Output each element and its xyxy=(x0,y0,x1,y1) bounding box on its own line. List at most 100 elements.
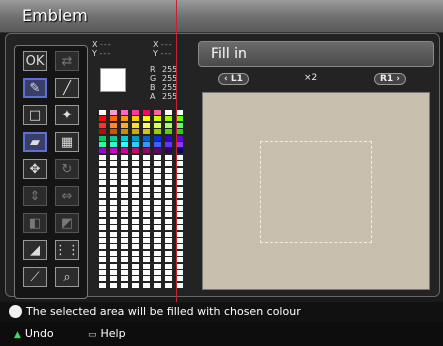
r1-button[interactable]: R1 › xyxy=(373,73,406,85)
palette-color-cell[interactable] xyxy=(121,250,128,256)
palette-color-cell[interactable] xyxy=(110,142,117,147)
palette-color-cell[interactable] xyxy=(110,212,117,218)
copy-tool[interactable]: ◧ xyxy=(23,213,47,233)
palette-color-cell[interactable] xyxy=(143,199,150,205)
palette-color-cell[interactable] xyxy=(132,206,139,211)
palette-color-cell[interactable] xyxy=(143,122,150,128)
ok-tool[interactable]: OK xyxy=(23,51,47,71)
palette-color-cell[interactable] xyxy=(154,276,161,282)
palette-color-cell[interactable] xyxy=(121,193,128,199)
palette-color-cell[interactable] xyxy=(154,250,161,256)
palette-color-cell[interactable] xyxy=(121,129,128,135)
palette-color-cell[interactable] xyxy=(110,199,117,205)
palette-color-cell[interactable] xyxy=(176,161,183,167)
palette-color-cell[interactable] xyxy=(154,244,161,250)
palette-color-cell[interactable] xyxy=(165,206,172,211)
palette-color-cell[interactable] xyxy=(121,263,128,269)
palette-color-cell[interactable] xyxy=(99,122,106,128)
palette-color-cell[interactable] xyxy=(110,193,117,199)
palette-color-cell[interactable] xyxy=(132,263,139,269)
palette-color-cell[interactable] xyxy=(132,129,139,135)
palette-color-cell[interactable] xyxy=(110,122,117,128)
palette-color-cell[interactable] xyxy=(132,110,139,115)
palette-color-cell[interactable] xyxy=(121,116,128,122)
swap-tool[interactable]: ⇄ xyxy=(55,51,79,71)
palette-color-cell[interactable] xyxy=(154,231,161,237)
palette-color-cell[interactable] xyxy=(165,282,172,288)
palette-color-cell[interactable] xyxy=(99,270,106,275)
palette-color-cell[interactable] xyxy=(132,244,139,250)
palette-color-cell[interactable] xyxy=(121,135,128,141)
palette-color-cell[interactable] xyxy=(132,161,139,167)
undo-button[interactable]: ▲ Undo xyxy=(14,327,54,340)
palette-color-cell[interactable] xyxy=(143,257,150,263)
palette-color-cell[interactable] xyxy=(165,135,172,141)
palette-color-cell[interactable] xyxy=(176,129,183,135)
palette-color-cell[interactable] xyxy=(176,270,183,275)
palette-color-cell[interactable] xyxy=(132,257,139,263)
palette-color-cell[interactable] xyxy=(176,238,183,243)
palette-color-cell[interactable] xyxy=(165,129,172,135)
palette-color-cell[interactable] xyxy=(143,270,150,275)
palette-color-cell[interactable] xyxy=(154,218,161,224)
palette-color-cell[interactable] xyxy=(176,122,183,128)
palette-color-cell[interactable] xyxy=(99,174,106,179)
palette-color-cell[interactable] xyxy=(154,154,161,160)
palette-color-cell[interactable] xyxy=(154,225,161,231)
palette-color-cell[interactable] xyxy=(143,225,150,231)
palette-color-cell[interactable] xyxy=(176,142,183,147)
palette-color-cell[interactable] xyxy=(143,250,150,256)
palette-color-cell[interactable] xyxy=(99,250,106,256)
palette-color-cell[interactable] xyxy=(154,142,161,147)
palette-color-cell[interactable] xyxy=(165,257,172,263)
palette-color-cell[interactable] xyxy=(121,122,128,128)
paste-tool[interactable]: ◩ xyxy=(55,213,79,233)
eraser-tool[interactable]: ✎ xyxy=(23,78,47,98)
palette-color-cell[interactable] xyxy=(176,154,183,160)
palette-color-cell[interactable] xyxy=(110,282,117,288)
palette-color-cell[interactable] xyxy=(143,110,150,115)
palette-color-cell[interactable] xyxy=(99,212,106,218)
palette-color-cell[interactable] xyxy=(132,270,139,275)
palette-color-cell[interactable] xyxy=(176,193,183,199)
palette-color-cell[interactable] xyxy=(165,276,172,282)
palette-color-cell[interactable] xyxy=(132,231,139,237)
palette-color-cell[interactable] xyxy=(176,186,183,192)
palette-color-cell[interactable] xyxy=(165,110,172,115)
palette-color-cell[interactable] xyxy=(99,180,106,186)
palette-color-cell[interactable] xyxy=(165,180,172,186)
palette-color-cell[interactable] xyxy=(176,218,183,224)
palette-color-cell[interactable] xyxy=(99,116,106,122)
palette-color-cell[interactable] xyxy=(121,231,128,237)
palette-color-cell[interactable] xyxy=(143,148,150,154)
palette-color-cell[interactable] xyxy=(99,199,106,205)
palette-color-cell[interactable] xyxy=(121,282,128,288)
palette-color-cell[interactable] xyxy=(110,116,117,122)
palette-color-cell[interactable] xyxy=(132,250,139,256)
palette-color-cell[interactable] xyxy=(154,263,161,269)
palette-color-cell[interactable] xyxy=(143,276,150,282)
palette-color-cell[interactable] xyxy=(176,174,183,179)
palette-color-cell[interactable] xyxy=(176,212,183,218)
palette-color-cell[interactable] xyxy=(99,148,106,154)
palette-color-cell[interactable] xyxy=(143,282,150,288)
palette-color-cell[interactable] xyxy=(176,167,183,173)
palette-color-cell[interactable] xyxy=(165,199,172,205)
palette-color-cell[interactable] xyxy=(132,282,139,288)
palette-color-cell[interactable] xyxy=(176,257,183,263)
palette-color-cell[interactable] xyxy=(154,257,161,263)
palette-color-cell[interactable] xyxy=(165,218,172,224)
palette-color-cell[interactable] xyxy=(110,154,117,160)
palette-color-cell[interactable] xyxy=(110,257,117,263)
palette-color-cell[interactable] xyxy=(154,116,161,122)
palette-color-cell[interactable] xyxy=(143,218,150,224)
palette-color-cell[interactable] xyxy=(154,148,161,154)
palette-color-cell[interactable] xyxy=(110,250,117,256)
palette-color-cell[interactable] xyxy=(132,116,139,122)
palette-color-cell[interactable] xyxy=(99,263,106,269)
palette-color-cell[interactable] xyxy=(143,238,150,243)
palette-color-cell[interactable] xyxy=(143,180,150,186)
palette-color-cell[interactable] xyxy=(176,148,183,154)
palette-color-cell[interactable] xyxy=(110,167,117,173)
palette-color-cell[interactable] xyxy=(165,167,172,173)
